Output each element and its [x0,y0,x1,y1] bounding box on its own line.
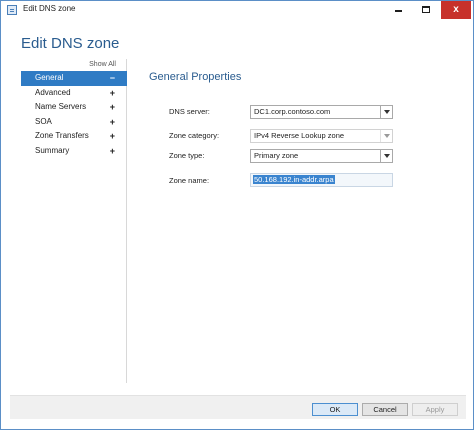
expand-icon[interactable]: + [110,86,115,101]
expand-icon[interactable]: + [110,100,115,115]
ok-button[interactable]: OK [312,403,358,416]
dns-server-value: DC1.corp.contoso.com [254,107,331,116]
sidebar-item-label: General [35,73,64,82]
maximize-icon [422,5,430,13]
sidebar-item-advanced[interactable]: Advanced + [21,86,127,101]
collapse-icon[interactable]: − [110,71,115,86]
sidebar-item-label: Summary [35,145,70,155]
minimize-button[interactable] [385,1,411,19]
zone-type-label: Zone type: [169,151,205,160]
cancel-button[interactable]: Cancel [362,403,408,416]
sidebar-item-zone-transfers[interactable]: Zone Transfers + [21,129,127,144]
minimize-icon [394,10,402,13]
show-all-link[interactable]: Show All [89,61,116,68]
app-window-icon [7,5,17,15]
sidebar-item-label: Name Servers [35,102,87,111]
sidebar-item-summary[interactable]: Summary + [21,144,127,159]
zone-name-value: 50.168.192.in-addr.arpa [253,175,335,184]
expand-icon[interactable]: + [110,129,115,144]
sidebar-nav: Show All General − Advanced + Name Serve… [21,59,127,383]
expand-icon[interactable]: + [110,144,115,159]
sidebar-item-name-servers[interactable]: Name Servers + [21,100,127,115]
section-title: General Properties [149,71,242,83]
zone-type-value: Primary zone [254,151,299,160]
sidebar-item-label: Advanced [35,87,71,97]
zone-category-label: Zone category: [169,131,220,140]
close-icon: x [453,4,459,15]
edit-dns-zone-window: Edit DNS zone x Edit DNS zone Show All G… [0,0,474,430]
chevron-down-icon[interactable] [380,150,392,162]
dialog-footer: OK Cancel Apply [10,395,466,419]
dns-server-dropdown[interactable]: DC1.corp.contoso.com [250,105,393,119]
expand-icon[interactable]: + [110,115,115,130]
maximize-button[interactable] [413,1,439,19]
sidebar-item-label: SOA [35,116,52,126]
chevron-down-icon[interactable] [380,106,392,118]
close-button[interactable]: x [441,1,471,19]
zone-name-label: Zone name: [169,176,210,185]
title-bar: Edit DNS zone x [1,1,473,19]
zone-category-dropdown: IPv4 Reverse Lookup zone [250,129,393,143]
sidebar-item-label: Zone Transfers [35,131,89,140]
chevron-down-icon [380,130,392,142]
nav-list: General − Advanced + Name Servers + SOA … [21,71,127,158]
dns-server-label: DNS server: [169,107,210,116]
apply-button[interactable]: Apply [412,403,458,416]
window-title: Edit DNS zone [23,4,76,13]
page-title: Edit DNS zone [21,35,120,52]
sidebar-item-soa[interactable]: SOA + [21,115,127,130]
zone-category-value: IPv4 Reverse Lookup zone [254,131,345,140]
zone-type-dropdown[interactable]: Primary zone [250,149,393,163]
zone-name-input[interactable]: 50.168.192.in-addr.arpa [250,173,393,187]
sidebar-item-general[interactable]: General − [21,71,127,86]
